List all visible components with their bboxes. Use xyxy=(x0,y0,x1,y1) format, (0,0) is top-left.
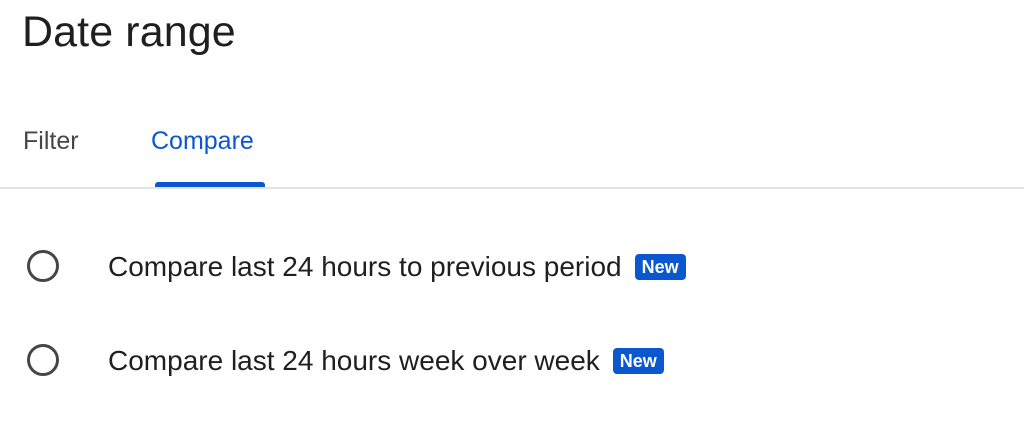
new-badge: New xyxy=(634,254,686,280)
page-title: Date range xyxy=(22,8,236,56)
tab-filter-label: Filter xyxy=(23,127,79,155)
radio-unchecked-icon[interactable] xyxy=(27,250,59,282)
option-label: Compare last 24 hours week over week xyxy=(108,345,600,376)
new-badge: New xyxy=(612,348,664,374)
tab-compare[interactable]: Compare xyxy=(130,112,290,188)
compare-previous-period-option[interactable]: Compare last 24 hours to previous period… xyxy=(0,238,1024,298)
tab-compare-label: Compare xyxy=(151,127,254,155)
date-range-panel: Date range Filter Compare Compare last 2… xyxy=(0,0,1024,433)
option-text: Compare last 24 hours week over week New xyxy=(108,344,664,378)
option-text: Compare last 24 hours to previous period… xyxy=(108,250,686,284)
tab-filter[interactable]: Filter xyxy=(0,112,120,188)
tab-bar: Filter Compare xyxy=(0,112,1024,188)
radio-unchecked-icon[interactable] xyxy=(27,344,59,376)
tab-divider xyxy=(0,187,1024,189)
compare-week-over-week-option[interactable]: Compare last 24 hours week over week New xyxy=(0,332,1024,392)
option-label: Compare last 24 hours to previous period xyxy=(108,251,622,282)
